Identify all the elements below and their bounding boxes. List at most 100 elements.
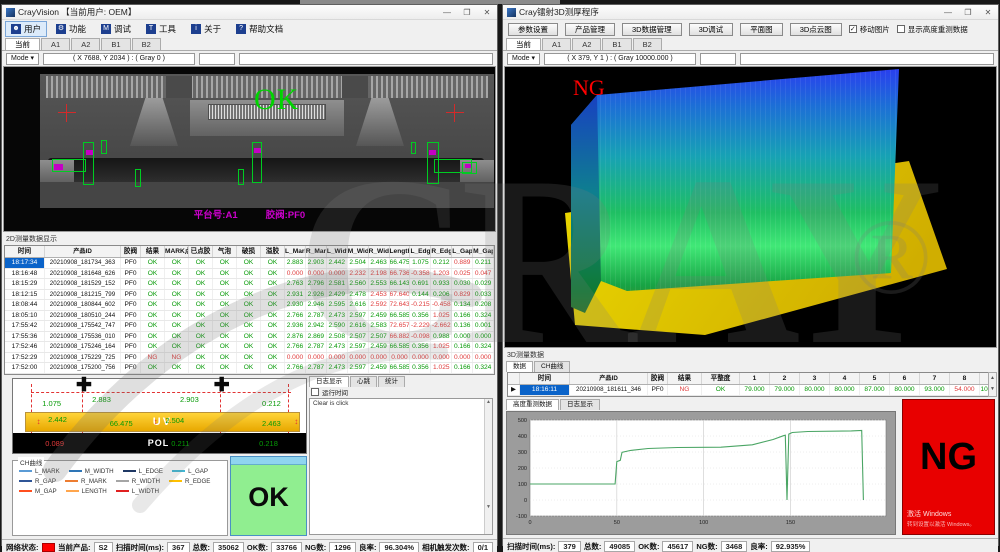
maximize-button[interactable]: ❐ xyxy=(461,8,473,17)
minimize-button[interactable]: — xyxy=(942,8,954,17)
pointcloud3d-button[interactable]: 3D点云图 xyxy=(790,23,842,36)
cell-value: 2.581 xyxy=(327,279,348,289)
tab-b2[interactable]: B2 xyxy=(132,38,161,50)
cell-time: 18:05:10 xyxy=(5,311,45,321)
height-map-3d-view[interactable]: NG xyxy=(504,66,997,348)
cell-value: 2.507 xyxy=(369,332,390,342)
cell-flatness: OK xyxy=(702,385,740,395)
menu-user[interactable]: ☻用户 xyxy=(5,21,47,37)
plan-view-button[interactable]: 平面图 xyxy=(740,23,783,36)
mode-dropdown[interactable]: Mode ▾ xyxy=(507,53,540,65)
log-list[interactable]: ▲▼ Clear is click xyxy=(309,398,493,535)
app-icon xyxy=(6,8,15,17)
log-tab-2[interactable]: 统计 xyxy=(378,376,405,387)
measurement-table-2d[interactable]: 时间产品ID胶阀结果MARK点已点胶气泡破损溢胶L_MarkR_MarkL_Wi… xyxy=(4,245,495,375)
legend-swatch xyxy=(69,470,82,472)
product-manage-button[interactable]: 产品管理 xyxy=(565,23,615,36)
tab-a1[interactable]: A1 xyxy=(542,38,571,50)
cell-value: -0.458 xyxy=(431,300,452,310)
legend-label: L_WIDTH xyxy=(132,488,159,495)
function-icon: ⚙ xyxy=(56,24,66,34)
table-row[interactable]: ▶18:16:1120210908_181611_346PF0NGOK79.00… xyxy=(508,385,993,396)
log-scrollbar[interactable]: ▲▼ xyxy=(484,399,492,534)
cell-product-id: 20210908_180510_244 xyxy=(45,311,121,321)
menu-function[interactable]: ⚙功能 xyxy=(50,21,92,37)
move-image-checkbox-row[interactable]: ✓移动图片 xyxy=(849,24,890,35)
minimize-button[interactable]: — xyxy=(441,8,453,17)
cell-value: 2.883 xyxy=(285,258,306,268)
tab-b1[interactable]: B1 xyxy=(602,38,631,50)
menu-debug[interactable]: M调试 xyxy=(95,21,137,37)
cell-time: 18:16:48 xyxy=(5,269,45,279)
cell-value: 2.473 xyxy=(327,363,348,373)
table-row[interactable]: 17:55:4220210908_175542_747PF0OKOKOKOKOK… xyxy=(5,321,494,332)
cell-flag: OK xyxy=(189,258,213,268)
tab-a2[interactable]: A2 xyxy=(572,38,601,50)
tab-b2[interactable]: B2 xyxy=(633,38,662,50)
data-tab-0[interactable]: 数据 xyxy=(506,361,533,372)
cell-time: 18:12:15 xyxy=(5,290,45,300)
crosshair-icon xyxy=(58,104,76,122)
data-tab-1[interactable]: CH曲线 xyxy=(534,361,570,372)
table-row[interactable]: 17:52:2920210908_175229_725PF0NGNGOKOKOK… xyxy=(5,353,494,364)
table-row[interactable]: 17:52:0020210908_175200_756PF0OKOKOKOKOK… xyxy=(5,363,494,374)
table-row[interactable]: 18:05:1020210908_180510_244PF0OKOKOKOKOK… xyxy=(5,311,494,322)
cell-value: 0.000 xyxy=(452,353,473,363)
height-chart: -1000100200300400500050100150 xyxy=(510,415,892,531)
table-row[interactable]: 18:15:2920210908_181529_152PF0OKOKOKOKOK… xyxy=(5,279,494,290)
legend-label: R_WIDTH xyxy=(132,478,160,485)
table-row[interactable]: 18:08:4420210908_180844_602PF0OKOKOKOKOK… xyxy=(5,300,494,311)
cell-value: 0.000 xyxy=(306,269,327,279)
table-row[interactable]: 18:17:3420210908_181734_363PF0OKOKOKOKOK… xyxy=(5,258,494,269)
show-height-recheck-checkbox-row[interactable]: 显示高度重测数据 xyxy=(897,24,968,35)
cell-flag: OK xyxy=(189,269,213,279)
cell-value: 2.478 xyxy=(348,290,369,300)
param-settings-button[interactable]: 参数设置 xyxy=(508,23,558,36)
menu-tools[interactable]: T工具 xyxy=(140,21,182,37)
move-image-checkbox[interactable]: ✓ xyxy=(849,25,857,33)
runtime-checkbox[interactable] xyxy=(311,388,319,396)
menu-about[interactable]: i关于 xyxy=(185,21,227,37)
column-header: 8 xyxy=(950,373,980,384)
column-header: 6 xyxy=(890,373,920,384)
mode-dropdown[interactable]: Mode ▾ xyxy=(6,53,39,65)
chart-tab-0[interactable]: 高度重测数据 xyxy=(506,399,559,410)
tab-a2[interactable]: A2 xyxy=(71,38,100,50)
close-button[interactable]: ✕ xyxy=(982,8,994,17)
data3d-manage-button[interactable]: 3D数据管理 xyxy=(622,23,682,36)
result-overlay-text: OK xyxy=(254,83,299,117)
measurement-table-3d[interactable]: 时间产品ID胶阀结果平整度12345678▶18:16:1120210908_1… xyxy=(507,372,994,397)
table-row[interactable]: 17:55:3620210908_175536_010PF0OKOKOKOKOK… xyxy=(5,332,494,343)
log-tab-0[interactable]: 日志显示 xyxy=(309,376,349,387)
menu-help[interactable]: ?帮助文档 xyxy=(230,21,289,37)
maximize-button[interactable]: ❐ xyxy=(962,8,974,17)
left-titlebar[interactable]: CrayVision 【当前用户: OEM】 — ❐ ✕ xyxy=(2,5,497,20)
chevron-down-icon: ▾ xyxy=(531,55,535,62)
cell-value: 0.829 xyxy=(452,290,473,300)
inspection-image-view[interactable]: OK 平台号:A1胶阀:PF0 xyxy=(3,66,496,232)
close-button[interactable]: ✕ xyxy=(481,8,493,17)
runtime-checkbox-row[interactable]: 运行时间 xyxy=(309,387,493,397)
table-row[interactable]: 17:52:4620210908_175246_164PF0OKOKOKOKOK… xyxy=(5,342,494,353)
tab-current[interactable]: 当前 xyxy=(5,38,40,50)
debug3d-button[interactable]: 3D调试 xyxy=(689,23,734,36)
right-titlebar[interactable]: Cray镭射3D测厚程序 — ❐ ✕ xyxy=(503,5,998,20)
legend-label: R_GAP xyxy=(35,478,56,485)
chart-tab-1[interactable]: 日志显示 xyxy=(560,399,600,410)
table-row[interactable]: 18:12:1520210908_181215_799PF0OKOKOKOKOK… xyxy=(5,290,494,301)
cell-value: 0.030 xyxy=(452,279,473,289)
cell-flag: OK xyxy=(261,321,285,331)
cell-flag: OK xyxy=(261,300,285,310)
tab-a1[interactable]: A1 xyxy=(41,38,70,50)
aux-box xyxy=(700,53,736,65)
tab-b1[interactable]: B1 xyxy=(101,38,130,50)
log-tab-1[interactable]: 心跳 xyxy=(350,376,377,387)
table-row[interactable]: 18:16:4820210908_181648_626PF0OKOKOKOKOK… xyxy=(5,269,494,280)
tab-current[interactable]: 当前 xyxy=(506,38,541,50)
measurement-value: 2.883 xyxy=(92,395,111,404)
menu-bar: ☻用户⚙功能M调试T工具i关于?帮助文档 xyxy=(2,20,497,38)
show-height-recheck-checkbox[interactable] xyxy=(897,25,905,33)
cell-valve: PF0 xyxy=(121,353,141,363)
table-scrollbar[interactable]: ▲▼ xyxy=(988,372,997,397)
cell-value: 1.203 xyxy=(431,269,452,279)
